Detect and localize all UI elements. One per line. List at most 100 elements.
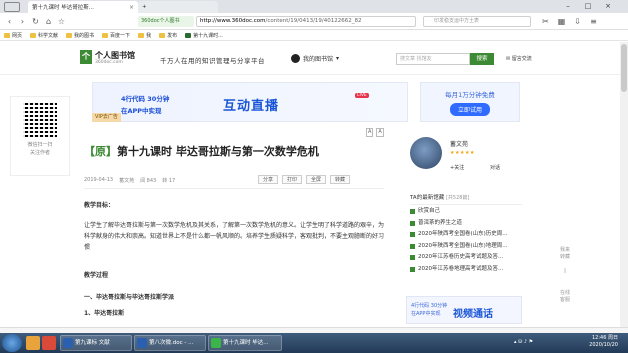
download-icon[interactable]: ⇩: [572, 16, 583, 27]
list-item[interactable]: 2020年江苏卷历史高考试题及答...: [410, 252, 522, 264]
bookmark-label: 百度一下: [110, 32, 131, 39]
bookmark-item[interactable]: 我: [138, 32, 151, 39]
ad-banner[interactable]: 4行代码 30分钟 在APP中实现 互动直播 LIVE: [92, 82, 408, 122]
list-item[interactable]: 普洱茶的养生之道: [410, 218, 522, 230]
list-item[interactable]: 2020年陕西考全国卷(山东)地理周...: [410, 241, 522, 253]
list-item-label: 普洱茶的养生之道: [418, 219, 463, 226]
site-search-input[interactable]: 搜文章 找馆友: [396, 53, 470, 65]
ad-try-button[interactable]: 立即试用: [449, 103, 490, 116]
list-item[interactable]: 2020年江苏卷地理高考试题及答...: [410, 264, 522, 276]
messages-link[interactable]: ✉ 留言交流: [506, 55, 532, 62]
related-count: [共528篇]: [445, 195, 470, 201]
bookmark-item[interactable]: 网页: [4, 32, 22, 39]
app-icon[interactable]: [42, 336, 56, 350]
chat-button[interactable]: 对话: [490, 164, 500, 171]
tab-title: 第十九课时 毕达哥拉斯...: [32, 5, 94, 11]
grid-icon[interactable]: ▦: [556, 16, 567, 27]
ad-line-1: 4行代码 30分钟: [121, 95, 170, 103]
url-path: /content/19/0413/19/40122662_82: [265, 18, 362, 24]
bookmark-label: 科学文献: [38, 32, 59, 39]
taskbar-item[interactable]: 第八次微.doc - ...: [134, 335, 206, 351]
scrollbar-thumb[interactable]: [621, 44, 627, 92]
clock-date: 2020/10/20: [589, 342, 618, 348]
doc-icon: [410, 209, 415, 215]
taskbar-item-label: 第八次微.doc - ...: [149, 340, 194, 346]
rail-support[interactable]: 在线 客服: [556, 290, 574, 304]
list-item[interactable]: 2020年陕西考全国卷(山东)历史周...: [410, 229, 522, 241]
back-icon[interactable]: ‹: [4, 16, 15, 27]
ad-video-call[interactable]: 4行代码 30分钟 在APP中实现 视频通话: [406, 296, 522, 324]
list-item-label: 2020年陕西考全国卷(山东)历史周...: [418, 231, 508, 237]
vip-remove-ads-link[interactable]: VIP去广告: [92, 113, 121, 122]
avatar[interactable]: [410, 137, 442, 169]
print-button[interactable]: 打印: [282, 175, 303, 184]
bookmark-item[interactable]: 科学文献: [30, 32, 58, 39]
follow-button[interactable]: +关注: [450, 164, 464, 171]
refresh-icon[interactable]: ↻: [30, 16, 41, 27]
bookmark-label: 第十九课时...: [193, 32, 223, 39]
my-library-link[interactable]: 我的图书馆 ▾: [291, 54, 339, 63]
browser-icon: [211, 338, 221, 348]
bookmark-label: 我的图书: [74, 32, 95, 39]
taskbar-item[interactable]: 第九课标 文献: [60, 335, 132, 351]
url-domain: http://www.360doc.com: [200, 18, 266, 24]
taskbar-item-label: 第九课标 文献: [75, 340, 110, 346]
ad-side-text: 每月1万分钟免费: [445, 91, 495, 99]
explorer-icon[interactable]: [26, 336, 40, 350]
browser-tab-active[interactable]: 第十九课时 毕达哥拉斯... ×: [28, 1, 138, 13]
ad-line-2: 在APP中实现: [121, 107, 162, 115]
close-tab-icon[interactable]: ×: [129, 4, 134, 11]
font-larger-button[interactable]: A: [366, 128, 374, 137]
list-heading: 1、毕达哥拉斯: [84, 310, 125, 317]
author-name[interactable]: 蓄文苑: [450, 139, 468, 148]
phone-icon[interactable]: ▯: [556, 268, 574, 275]
forward-icon[interactable]: ›: [17, 16, 28, 27]
save-button[interactable]: 转藏: [330, 175, 351, 184]
close-window-icon[interactable]: ×: [600, 0, 616, 13]
page-scrollbar[interactable]: [620, 42, 628, 327]
folder-icon: [159, 32, 166, 38]
article-author[interactable]: 蓄文苑: [119, 177, 134, 184]
article-date: 2019-04-13: [84, 177, 114, 183]
home-icon[interactable]: ⌂: [43, 16, 54, 27]
bookmark-label: 网页: [12, 32, 23, 39]
section-heading: 教学过程: [84, 272, 109, 279]
share-button[interactable]: 分享: [258, 175, 279, 184]
site-logo-domain: 360doc.com: [95, 60, 123, 65]
browser-menu-icon[interactable]: [4, 2, 20, 12]
extensions-icon[interactable]: ✂: [540, 16, 551, 27]
system-tray-icons[interactable]: ▴ ⛁ ♪ ⚑: [514, 339, 533, 345]
bookmark-item[interactable]: 百度一下: [102, 32, 130, 39]
minimize-icon[interactable]: –: [560, 0, 576, 13]
rail-save[interactable]: 我来 转藏: [556, 247, 574, 261]
maximize-icon[interactable]: □: [580, 0, 596, 13]
site-identity[interactable]: 360doc个人图书: [138, 16, 194, 27]
fullscreen-button[interactable]: 全屏: [306, 175, 327, 184]
doc-icon: [410, 243, 415, 249]
address-bar[interactable]: http://www.360doc.com/content/19/0413/19…: [196, 16, 416, 27]
start-button[interactable]: [2, 334, 22, 352]
list-item-label: 2020年陕西考全国卷(山东)地理周...: [418, 242, 508, 249]
bookmark-item[interactable]: 发布: [159, 32, 177, 39]
menu-icon[interactable]: ≡: [588, 16, 599, 27]
list-item[interactable]: 欣赏自己: [410, 206, 522, 218]
font-smaller-button[interactable]: A: [376, 128, 384, 137]
browser-tab-new[interactable]: +: [138, 1, 218, 13]
bookmark-item[interactable]: 我的图书: [66, 32, 94, 39]
site-header: 个 个人图书馆 360doc.com 千万人在用的知识管理与分享平台 我的图书馆…: [0, 41, 628, 75]
ad-side-banner[interactable]: 每月1万分钟免费 立即试用: [420, 82, 520, 122]
list-item-label: 2020年江苏卷历史高考试题及答...: [418, 254, 504, 260]
word-icon: [63, 338, 73, 348]
qq-penguin-icon: [291, 54, 300, 63]
site-slogan: 千万人在用的知识管理与分享平台: [160, 57, 265, 65]
browser-search-input[interactable]: 印发稳支运中方土表: [423, 16, 531, 27]
new-tab-icon[interactable]: +: [142, 4, 147, 10]
article-reads: 阅 843: [140, 178, 157, 184]
doc-icon: [410, 232, 415, 238]
star-icon[interactable]: ☆: [56, 16, 67, 27]
site-logo-icon[interactable]: 个: [80, 50, 92, 64]
taskbar-clock[interactable]: 12:46 周日 2020/10/20: [566, 335, 618, 349]
site-search-button[interactable]: 搜索: [470, 53, 494, 65]
bookmark-item[interactable]: 第十九课时...: [185, 32, 223, 39]
taskbar-item[interactable]: 第十九课时 毕达...: [208, 335, 282, 351]
